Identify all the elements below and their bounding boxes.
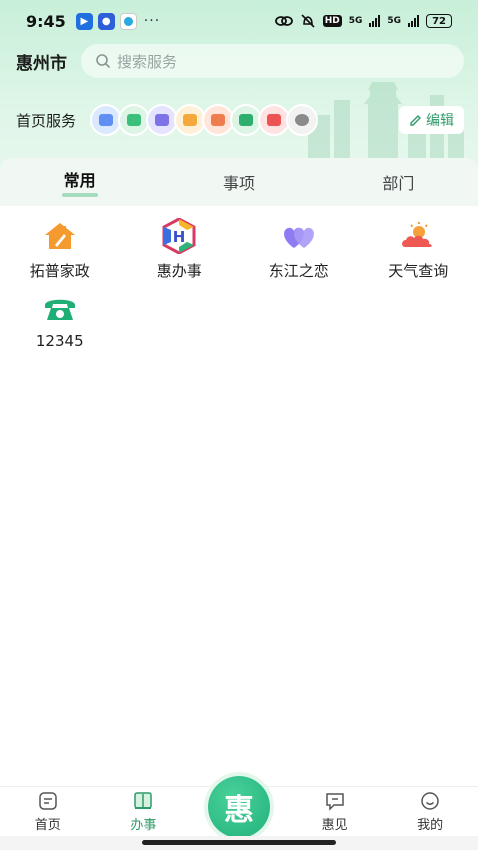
notification-icons: ▶ ● ··· <box>75 12 161 30</box>
tab-departments[interactable]: 部门 <box>319 158 478 206</box>
nav-label: 惠见 <box>321 818 348 833</box>
telephone-icon <box>40 290 80 326</box>
service-icon-list[interactable] <box>90 104 319 136</box>
notification-app-icon: ● <box>97 12 115 30</box>
signal-icon <box>408 15 420 27</box>
nav-label: 办事 <box>130 818 157 833</box>
mute-bell-icon <box>301 14 315 28</box>
tab-label: 事项 <box>222 174 255 193</box>
app-label: 东江之恋 <box>268 262 329 280</box>
search-icon <box>96 54 111 69</box>
nav-services[interactable]: 办事 <box>96 787 192 836</box>
tab-items[interactable]: 事项 <box>159 158 318 206</box>
nav-home[interactable]: 首页 <box>0 787 96 836</box>
hd-badge: HD <box>322 15 342 27</box>
nav-huijian[interactable]: 惠见 <box>287 787 383 836</box>
edit-label: 编辑 <box>426 113 454 129</box>
app-label: 拓普家政 <box>29 262 90 280</box>
app-tuopu-housekeeping[interactable]: 拓普家政 <box>0 218 120 290</box>
app-hui-ban-shi[interactable]: H 惠办事 <box>120 218 240 290</box>
content-panel: 常用 事项 部门 拓普家政 H 惠办事 东江之恋 天气查询 12345 <box>0 158 478 788</box>
homepage-services: 首页服务 编辑 <box>0 100 478 140</box>
app-label: 12345 <box>35 332 84 350</box>
nav-label: 我的 <box>417 818 444 833</box>
status-time: 9:45 <box>26 11 66 31</box>
home-doc-icon <box>39 792 57 810</box>
tab-common[interactable]: 常用 <box>0 158 159 206</box>
hearts-icon <box>279 218 319 254</box>
app-weather[interactable]: 天气查询 <box>359 218 478 290</box>
header: 惠州市 搜索服务 <box>0 42 478 80</box>
battery-indicator: 72 <box>426 14 452 28</box>
app-label: 天气查询 <box>388 262 449 280</box>
tab-active-indicator <box>61 193 98 197</box>
smile-icon <box>421 792 439 810</box>
link-icon <box>274 16 293 26</box>
city-selector[interactable]: 惠州市 <box>16 49 67 74</box>
globe-icon[interactable] <box>286 104 319 136</box>
signal-icon <box>369 15 381 27</box>
tab-bar: 常用 事项 部门 <box>0 158 478 206</box>
app-label: 惠办事 <box>156 262 202 280</box>
nav-label: 首页 <box>34 818 61 833</box>
nav-mine[interactable]: 我的 <box>382 787 478 836</box>
search-input[interactable]: 搜索服务 <box>81 44 464 78</box>
notification-app-icon <box>119 12 137 30</box>
center-glyph: 惠 <box>224 793 254 828</box>
services-label: 首页服务 <box>16 111 77 130</box>
weather-icon <box>398 218 438 254</box>
app-dongjiang-love[interactable]: 东江之恋 <box>239 218 359 290</box>
status-indicators: HD 5G 5G 72 <box>274 13 452 29</box>
app-grid: 拓普家政 H 惠办事 东江之恋 天气查询 12345 <box>0 206 478 362</box>
message-icon <box>325 793 344 811</box>
svg-text:H: H <box>173 228 186 246</box>
status-bar: 9:45 ▶ ● ··· HD 5G 5G 72 <box>0 0 478 42</box>
home-indicator[interactable] <box>142 840 336 845</box>
pencil-icon <box>410 114 421 126</box>
more-notifications-icon: ··· <box>143 13 161 29</box>
notification-app-icon: ▶ <box>75 12 93 30</box>
search-placeholder: 搜索服务 <box>117 52 178 71</box>
house-cleaning-icon <box>40 218 80 254</box>
edit-button[interactable]: 编辑 <box>399 106 464 134</box>
network-label: 5G <box>387 16 402 26</box>
book-icon <box>134 792 153 809</box>
tab-label: 部门 <box>382 174 415 193</box>
app-12345-hotline[interactable]: 12345 <box>0 290 120 362</box>
hui-ban-shi-logo-icon: H <box>159 218 199 254</box>
center-hui-button[interactable]: 惠 <box>208 776 270 838</box>
tab-label: 常用 <box>63 171 96 190</box>
network-label: 5G <box>348 16 363 26</box>
